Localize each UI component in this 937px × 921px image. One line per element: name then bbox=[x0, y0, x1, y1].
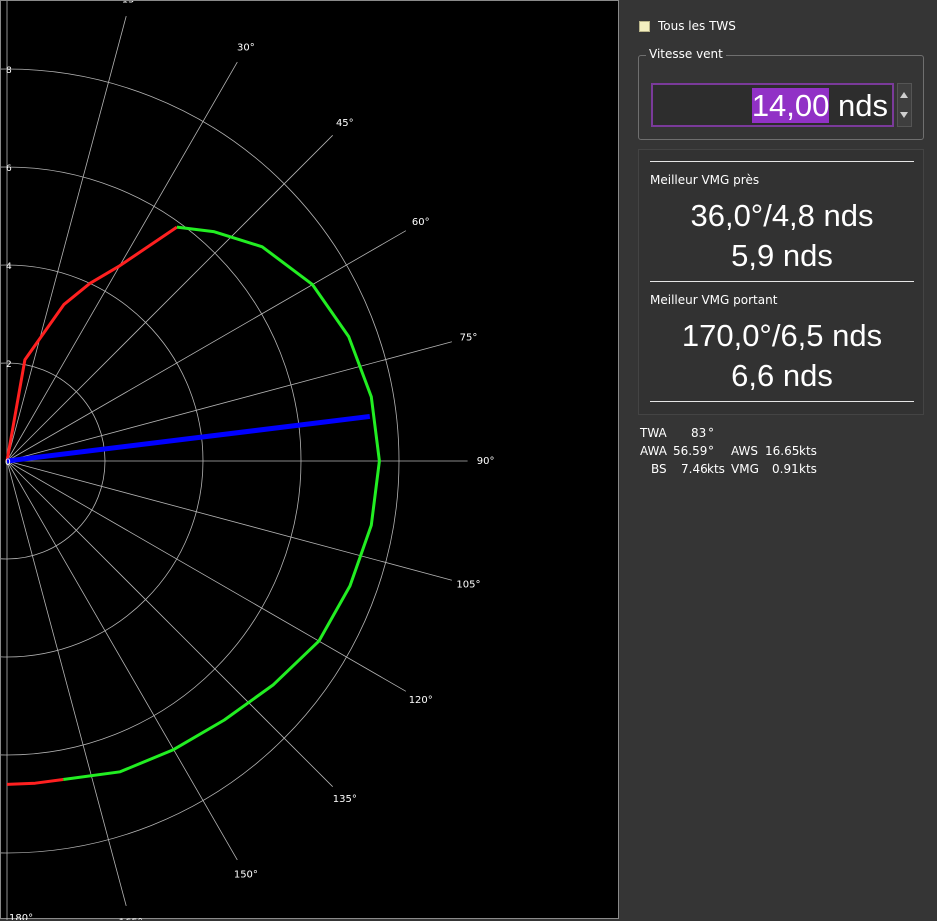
wind-speed-group: Vitesse vent 14,00 nds bbox=[638, 47, 924, 140]
bs-value: 7.46 bbox=[681, 462, 708, 476]
polar-angle-label: 150° bbox=[234, 870, 258, 881]
polar-origin-label: 0 bbox=[5, 458, 11, 468]
polar-grid-spoke bbox=[6, 15, 127, 462]
wind-speed-group-title: Vitesse vent bbox=[646, 47, 726, 61]
side-panel: Tous les TWS Vitesse vent 14,00 nds Meil… bbox=[627, 0, 937, 921]
all-tws-checkbox-row[interactable]: Tous les TWS bbox=[639, 19, 736, 33]
stepper-down-icon[interactable] bbox=[900, 112, 908, 118]
bs-label: BS bbox=[651, 462, 667, 476]
polar-radius-label: 2 bbox=[6, 360, 12, 370]
vmg-down-angle-speed: 170,0°/6,5 nds bbox=[681, 318, 883, 353]
wind-speed-stepper[interactable] bbox=[897, 83, 912, 127]
polar-radius-label: 6 bbox=[6, 164, 12, 174]
polar-grid-spoke bbox=[6, 460, 127, 907]
polar-curve-1 bbox=[62, 225, 381, 781]
polar-grid-spoke bbox=[6, 135, 333, 462]
polar-angle-label: 90° bbox=[477, 456, 495, 467]
twa-unit: ° bbox=[708, 426, 714, 440]
aws-unit: kts bbox=[799, 444, 817, 458]
awa-value: 56.59 bbox=[673, 444, 708, 458]
polar-angle-label: 180° bbox=[9, 913, 33, 920]
all-tws-label: Tous les TWS bbox=[658, 19, 736, 33]
vmg-down-value: 6,6 nds bbox=[731, 358, 833, 393]
all-tws-checkbox[interactable] bbox=[639, 20, 650, 32]
current-twa-line bbox=[6, 413, 371, 464]
polar-angle-label: 45° bbox=[336, 118, 354, 129]
vmg-up-angle-speed: 36,0°/4,8 nds bbox=[690, 198, 874, 233]
vmg-down-label: Meilleur VMG portant bbox=[650, 293, 778, 307]
polar-angle-label: 30° bbox=[237, 42, 255, 53]
polar-curve-0 bbox=[5, 225, 178, 462]
polar-grid-spoke bbox=[6, 61, 238, 462]
divider bbox=[650, 161, 914, 162]
polar-angle-label: 165° bbox=[119, 917, 143, 920]
wind-speed-value[interactable]: 14,00 bbox=[751, 88, 830, 123]
polar-radius-label: 8 bbox=[6, 66, 12, 76]
vmg-value: 0.91 bbox=[772, 462, 799, 476]
polar-angle-label: 135° bbox=[333, 794, 357, 805]
polar-angle-label: 15° bbox=[122, 1, 140, 6]
polar-grid-spoke bbox=[6, 460, 333, 787]
polar-grid-spoke bbox=[6, 230, 407, 462]
wind-speed-input[interactable]: 14,00 nds bbox=[651, 83, 894, 127]
polar-curve-2 bbox=[6, 778, 64, 786]
polar-grid-spoke bbox=[6, 460, 238, 861]
polar-grid-spoke bbox=[6, 341, 453, 462]
polar-angle-label: 75° bbox=[460, 332, 478, 343]
divider bbox=[650, 401, 914, 402]
aws-label: AWS bbox=[731, 444, 759, 458]
polar-chart-panel[interactable]: 15° 30° 45° 60° 75° 90° 105° 120° 135° 150° 165° 18… bbox=[0, 0, 620, 920]
polar-angle-label: 60° bbox=[412, 217, 430, 228]
awa-label: AWA bbox=[640, 444, 667, 458]
polar-grid-spoke bbox=[6, 460, 453, 581]
vmg-label: VMG bbox=[731, 462, 759, 476]
aws-value: 16.65 bbox=[765, 444, 800, 458]
wind-speed-unit: nds bbox=[829, 88, 888, 123]
polar-angle-label: 120° bbox=[409, 695, 433, 706]
vmg-panel: Meilleur VMG près 36,0°/4,8 nds 5,9 nds … bbox=[638, 149, 924, 415]
polar-angle-label: 105° bbox=[456, 580, 480, 591]
vmg-up-label: Meilleur VMG près bbox=[650, 173, 760, 187]
twa-value: 83 bbox=[691, 426, 707, 440]
vmg-unit: kts bbox=[799, 462, 817, 476]
polar-chart[interactable]: 15° 30° 45° 60° 75° 90° 105° 120° 135° 150° 165° 18… bbox=[1, 1, 620, 920]
polar-radius-label: 4 bbox=[6, 262, 12, 272]
twa-label: TWA bbox=[640, 426, 667, 440]
bs-unit: kts bbox=[707, 462, 725, 476]
stepper-up-icon[interactable] bbox=[900, 92, 908, 98]
awa-unit: ° bbox=[708, 444, 714, 458]
divider bbox=[650, 281, 914, 282]
vmg-up-value: 5,9 nds bbox=[731, 238, 833, 273]
polar-grid-spoke bbox=[6, 460, 407, 692]
